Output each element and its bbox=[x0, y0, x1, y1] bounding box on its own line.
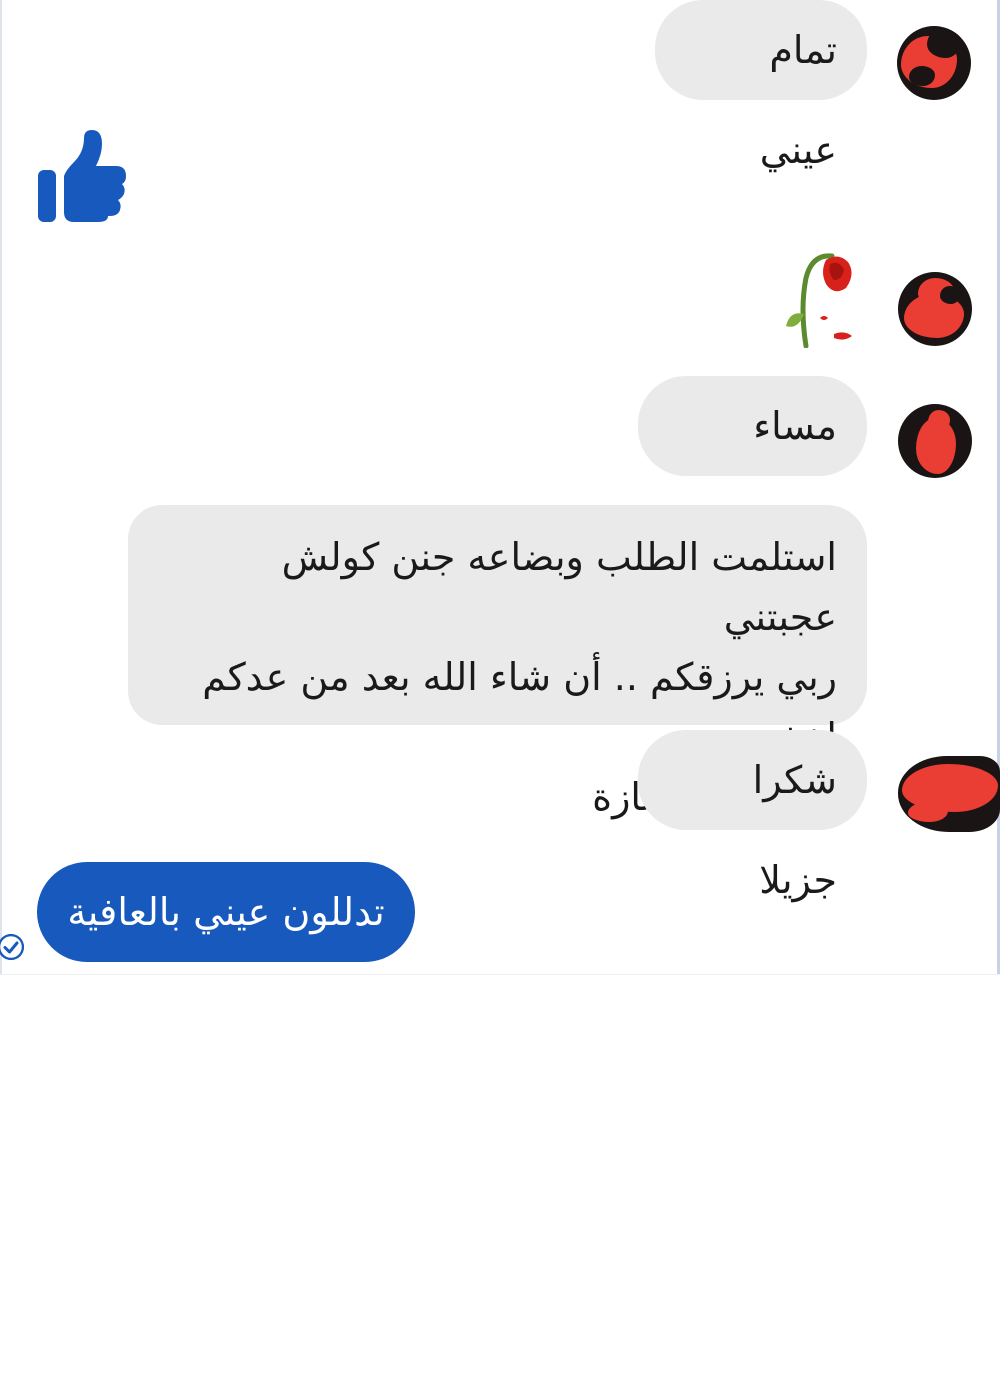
chat-area-bottom-border bbox=[0, 974, 1000, 975]
thumbs-up-icon[interactable] bbox=[36, 128, 128, 222]
incoming-message-bubble[interactable]: شكرا جزيلا bbox=[638, 730, 867, 902]
contact-avatar[interactable] bbox=[897, 26, 971, 100]
message-text: شكرا جزيلا bbox=[752, 758, 837, 902]
incoming-message-bubble[interactable]: تمام عيني bbox=[655, 0, 867, 172]
message-line: استلمت الطلب وبضاعه جنن كولش عجبتني bbox=[281, 535, 837, 639]
outgoing-message-bubble[interactable]: تدللون عيني بالعافية bbox=[37, 862, 415, 962]
message-text: تدللون عيني بالعافية bbox=[67, 890, 385, 934]
incoming-message-bubble[interactable]: استلمت الطلب وبضاعه جنن كولش عجبتني ربي … bbox=[128, 505, 867, 819]
wilted-rose-icon[interactable] bbox=[776, 248, 860, 348]
incoming-message-bubble[interactable]: مساء الخير bbox=[638, 376, 867, 548]
chat-area: تمام عيني مساء الخير استلمت الطلب وبضاعه… bbox=[0, 0, 1000, 975]
seen-check-icon bbox=[0, 934, 24, 960]
contact-avatar[interactable] bbox=[898, 756, 1000, 832]
chat-left-border bbox=[0, 0, 2, 975]
contact-avatar[interactable] bbox=[898, 404, 972, 478]
message-text: تمام عيني bbox=[759, 28, 837, 172]
contact-avatar[interactable] bbox=[898, 272, 972, 346]
